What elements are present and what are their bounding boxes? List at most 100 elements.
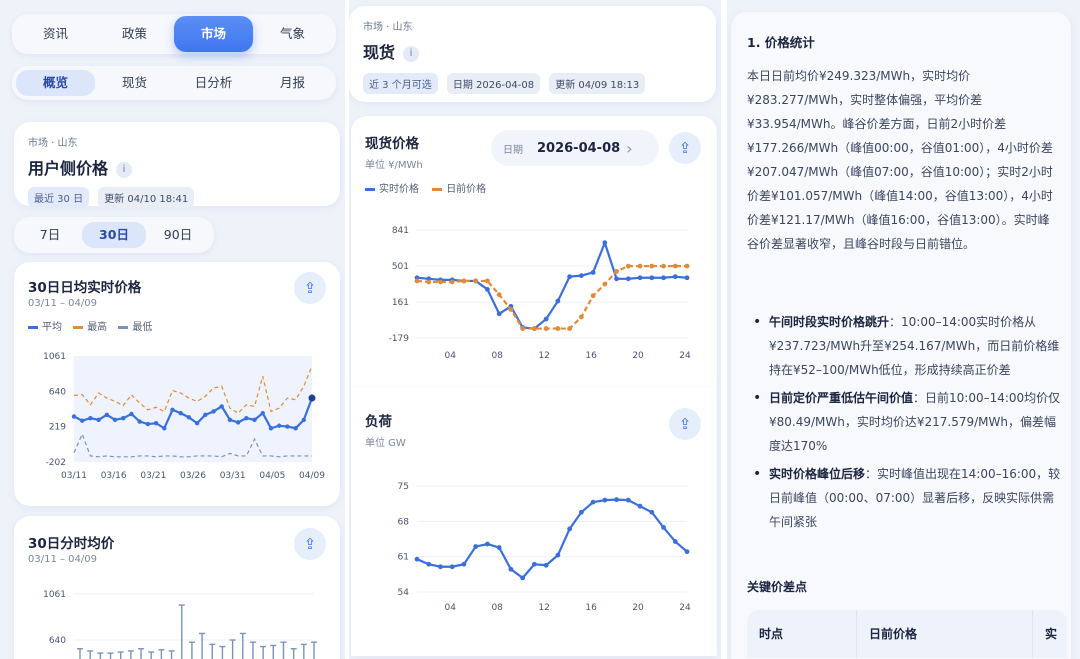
subtab-daily-analysis[interactable]: 日分析	[174, 68, 253, 98]
data-point	[578, 314, 584, 320]
data-point	[684, 263, 690, 269]
data-point	[590, 499, 596, 505]
key-spread-heading: 关键价差点	[747, 580, 808, 594]
data-point	[496, 545, 502, 550]
data-point	[260, 410, 265, 416]
y-tick-label: 75	[398, 482, 409, 492]
info-icon[interactable]: i	[116, 161, 133, 178]
data-point	[590, 293, 596, 299]
data-point	[508, 566, 514, 572]
range-tag: 最近 30 日	[28, 187, 90, 208]
data-point	[438, 279, 443, 285]
data-point	[520, 326, 526, 331]
share-icon[interactable]: ⇪	[669, 132, 701, 164]
data-point	[543, 316, 549, 322]
data-point	[449, 279, 455, 285]
x-tick-label: 24	[679, 603, 691, 613]
x-tick-label: 08	[491, 351, 503, 361]
share-icon[interactable]: ⇪	[294, 528, 326, 560]
data-point	[153, 421, 159, 426]
data-point	[555, 552, 561, 558]
x-tick-label: 04/09	[299, 471, 325, 481]
data-point	[555, 298, 561, 304]
data-point	[112, 417, 118, 423]
data-point	[145, 421, 151, 427]
x-tick-label: 16	[585, 351, 597, 361]
data-point	[531, 561, 537, 567]
tab-policy[interactable]: 政策	[95, 19, 174, 49]
chart-title: 负荷	[365, 414, 392, 430]
unit-label: 单位 GW	[365, 438, 406, 449]
spot-price-card: 现货价格 单位 ¥/MWh 日期 2026-04-08 › ⇪ 实时价格 日前价…	[351, 116, 717, 388]
tab-market[interactable]: 市场	[174, 16, 253, 52]
data-point	[276, 423, 282, 428]
share-icon[interactable]: ⇪	[294, 272, 326, 304]
data-point	[485, 541, 490, 547]
share-icon[interactable]: ⇪	[669, 408, 701, 440]
data-point	[129, 411, 134, 417]
legend-max: 最高	[87, 322, 108, 333]
breadcrumb: 市场 · 山东	[28, 138, 78, 149]
y-tick-label: 640	[49, 387, 66, 397]
panel-spot: 市场 · 山东 现货 i 近 3 个月可选 日期 2026-04-08 更新 04…	[349, 0, 721, 659]
col-dayahead: 日前价格	[857, 610, 1033, 658]
data-point	[543, 562, 549, 568]
x-tick-label: 12	[538, 351, 549, 361]
data-point	[661, 263, 666, 269]
data-point	[211, 409, 216, 414]
data-point	[496, 292, 502, 298]
data-point	[684, 275, 690, 281]
info-icon[interactable]: i	[403, 45, 420, 62]
date-range: 03/11 – 04/09	[28, 298, 97, 309]
range-30d[interactable]: 30日	[82, 222, 146, 248]
section-heading: 1. 价格统计	[747, 35, 815, 50]
load-chart: 54 61 68 75 04 08 12 16 20 24	[398, 482, 691, 613]
y-tick-label: -202	[46, 458, 66, 468]
data-point	[285, 424, 290, 429]
x-tick-label: 03/26	[180, 471, 206, 481]
subtab-overview[interactable]: 概览	[16, 70, 95, 96]
data-point	[473, 544, 479, 549]
data-point	[186, 415, 192, 420]
stats-paragraph: 本日日前均价¥249.323/MWh，实时均价¥283.277/MWh，实时整体…	[747, 69, 1053, 251]
x-tick-label: 20	[632, 603, 644, 613]
subtab-spot[interactable]: 现货	[95, 68, 174, 98]
data-point	[426, 561, 432, 567]
data-point	[414, 556, 420, 562]
data-point	[194, 421, 200, 426]
y-tick-label: 1061	[43, 352, 66, 362]
data-point	[567, 526, 573, 532]
data-point	[496, 311, 502, 317]
data-point	[614, 276, 619, 282]
data-point	[602, 497, 608, 503]
data-point	[649, 275, 655, 281]
tab-news[interactable]: 资讯	[16, 19, 95, 49]
data-point	[137, 419, 142, 424]
y-tick-label: 219	[49, 423, 66, 433]
data-point	[661, 275, 666, 281]
x-tick-label: 12	[538, 603, 549, 613]
daily-price-chart: -202 219 640 1061 03/11 03/16 03/21 03/26 03/31 0…	[43, 352, 325, 481]
range-7d[interactable]: 7日	[18, 220, 82, 250]
x-tick-label: 20	[632, 351, 644, 361]
legend-min: 最低	[132, 322, 153, 333]
insight-list: 午间时段实时价格跳升：10:00–14:00实时价格从¥237.723/MWh升…	[747, 310, 1063, 538]
date-tag: 日期 2026-04-08	[446, 73, 541, 94]
data-point	[96, 417, 101, 423]
spot-price-chart: -179 161 501 841 04 08 12 16 20 24	[389, 226, 691, 361]
data-point	[614, 497, 619, 503]
series-line-0	[416, 239, 688, 330]
sub-tab-bar: 概览 现货 日分析 月报	[12, 66, 336, 100]
date-range: 03/11 – 04/09	[28, 554, 97, 565]
data-point	[71, 414, 77, 419]
data-point	[461, 561, 467, 567]
subtab-monthly-report[interactable]: 月报	[253, 68, 332, 98]
data-point	[672, 274, 678, 280]
data-point	[449, 564, 455, 570]
tab-weather[interactable]: 气象	[253, 19, 332, 49]
date-picker[interactable]: 日期 2026-04-08 ›	[491, 130, 659, 166]
range-90d[interactable]: 90日	[146, 220, 210, 250]
data-point	[637, 503, 643, 509]
data-point	[178, 410, 183, 416]
y-tick-label: 841	[392, 226, 409, 236]
